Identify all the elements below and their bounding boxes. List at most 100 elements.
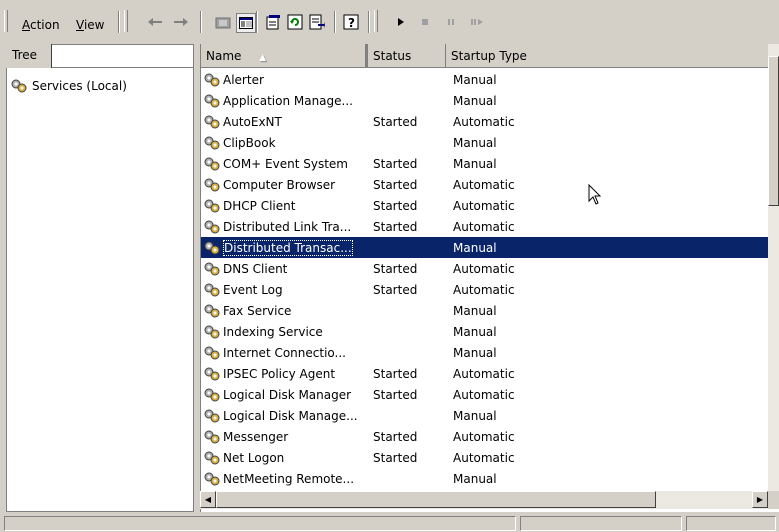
service-name: COM+ Event System — [223, 156, 348, 171]
show-tree-icon — [239, 17, 253, 29]
menu-view[interactable]: View — [76, 18, 104, 32]
toolbar-grip[interactable] — [374, 10, 378, 32]
column-header-label: Name — [206, 49, 242, 63]
table-row[interactable]: COM+ Event System Started Manual — [201, 153, 769, 174]
service-name: AutoExNT — [223, 114, 282, 129]
gear-service-icon — [204, 430, 220, 443]
table-row[interactable]: Computer Browser Started Automatic — [201, 174, 769, 195]
restart-service-button[interactable] — [468, 13, 486, 31]
stop-service-button[interactable] — [416, 13, 434, 31]
service-name: Indexing Service — [223, 324, 323, 339]
table-row[interactable]: AutoExNT Started Automatic — [201, 111, 769, 132]
table-row[interactable]: Fax Service Manual — [201, 300, 769, 321]
refresh-icon — [287, 14, 303, 30]
table-row[interactable]: Logical Disk Manage... Manual — [201, 405, 769, 426]
tab-tree[interactable]: Tree — [6, 44, 52, 68]
mouse-cursor-icon — [588, 184, 602, 205]
table-row[interactable]: NetMeeting Remote... Manual — [201, 468, 769, 489]
service-startup-type: Automatic — [453, 198, 515, 213]
gear-service-icon — [204, 283, 220, 296]
properties-icon — [266, 15, 280, 30]
chevron-right-icon: ▶ — [756, 495, 764, 504]
column-header-status[interactable]: Status — [366, 44, 446, 68]
tab-divider — [52, 67, 194, 68]
column-header-name[interactable]: Name ▲ — [201, 44, 366, 68]
service-name-cell: NetMeeting Remote... — [201, 471, 371, 487]
scroll-right-button[interactable]: ▶ — [752, 491, 768, 508]
properties-button[interactable] — [264, 13, 282, 31]
column-header-label: Startup Type — [451, 49, 527, 63]
service-name: Fax Service — [223, 303, 292, 318]
table-row[interactable]: Event Log Started Automatic — [201, 279, 769, 300]
export-list-button[interactable] — [308, 13, 326, 31]
toolbar-grip[interactable] — [4, 10, 8, 32]
service-startup-type: Automatic — [453, 387, 515, 402]
table-row[interactable]: Net Logon Started Automatic — [201, 447, 769, 468]
service-startup-type: Automatic — [453, 282, 515, 297]
up-level-button[interactable] — [214, 13, 232, 31]
service-name-cell: Alerter — [201, 72, 371, 88]
service-startup-type: Automatic — [453, 366, 515, 381]
toolbar-separator — [200, 11, 202, 33]
table-row[interactable]: IPSEC Policy Agent Started Automatic — [201, 363, 769, 384]
service-startup-type: Automatic — [453, 261, 515, 276]
service-name: DHCP Client — [223, 198, 296, 213]
toolbar-separator — [118, 11, 120, 33]
table-row[interactable]: DHCP Client Started Automatic — [201, 195, 769, 216]
gear-service-icon — [204, 178, 220, 191]
service-startup-type: Manual — [453, 240, 497, 255]
table-row[interactable]: Distributed Link Tra... Started Automatic — [201, 216, 769, 237]
vertical-scrollbar[interactable] — [768, 44, 779, 496]
service-startup-type: Manual — [453, 324, 497, 339]
table-row[interactable]: DNS Client Started Automatic — [201, 258, 769, 279]
service-name: Computer Browser — [223, 177, 336, 192]
gear-service-icon — [204, 241, 220, 254]
help-button[interactable]: ? — [342, 13, 360, 31]
chevron-left-icon: ◀ — [204, 495, 212, 504]
service-name: Internet Connectio... — [223, 345, 346, 360]
service-status: Started — [373, 198, 418, 213]
service-name-cell: Logical Disk Manager — [201, 387, 371, 403]
start-service-button[interactable] — [392, 13, 410, 31]
table-row[interactable]: Alerter Manual — [201, 69, 769, 90]
table-row[interactable]: ClipBook Manual — [201, 132, 769, 153]
menu-action[interactable]: Action — [22, 18, 60, 32]
service-name-cell: Internet Connectio... — [201, 345, 371, 361]
toolbar-grip[interactable] — [124, 10, 128, 32]
service-startup-type: Automatic — [453, 177, 515, 192]
sort-up-icon: ▲ — [259, 53, 267, 63]
table-row[interactable]: Messenger Started Automatic — [201, 426, 769, 447]
table-row[interactable]: Logical Disk Manager Started Automatic — [201, 384, 769, 405]
gear-service-icon — [204, 388, 220, 401]
stop-icon — [422, 19, 428, 25]
pause-service-button[interactable] — [442, 13, 460, 31]
refresh-button[interactable] — [286, 13, 304, 31]
horizontal-scroll-thumb[interactable] — [216, 491, 656, 508]
scroll-left-button[interactable]: ◀ — [200, 491, 216, 508]
gear-service-icon — [204, 451, 220, 464]
service-startup-type: Manual — [453, 345, 497, 360]
service-name-cell: COM+ Event System — [201, 156, 371, 172]
service-status: Started — [373, 177, 418, 192]
table-row[interactable]: Internet Connectio... Manual — [201, 342, 769, 363]
service-startup-type: Manual — [453, 303, 497, 318]
service-startup-type: Automatic — [453, 219, 515, 234]
forward-button[interactable] — [172, 13, 190, 31]
status-panel — [520, 516, 682, 531]
gear-service-icon — [204, 346, 220, 359]
help-icon: ? — [343, 14, 359, 30]
service-status: Started — [373, 387, 418, 402]
show-tree-button[interactable] — [236, 13, 256, 33]
vertical-scroll-thumb[interactable] — [768, 56, 779, 206]
tree-item-services-local[interactable]: Services (Local) — [10, 78, 127, 94]
back-button[interactable] — [146, 13, 164, 31]
table-row[interactable]: Indexing Service Manual — [201, 321, 769, 342]
column-header-startup-type[interactable]: Startup Type — [446, 44, 779, 68]
service-startup-type: Manual — [453, 135, 497, 150]
service-name-cell: Distributed Transac... — [201, 239, 371, 256]
table-row[interactable]: Distributed Transac... Manual — [201, 237, 769, 258]
gear-service-icon — [204, 304, 220, 317]
service-name-cell: Messenger — [201, 429, 371, 445]
horizontal-scrollbar[interactable]: ◀ ▶ — [200, 491, 768, 509]
table-row[interactable]: Application Manage... Manual — [201, 90, 769, 111]
